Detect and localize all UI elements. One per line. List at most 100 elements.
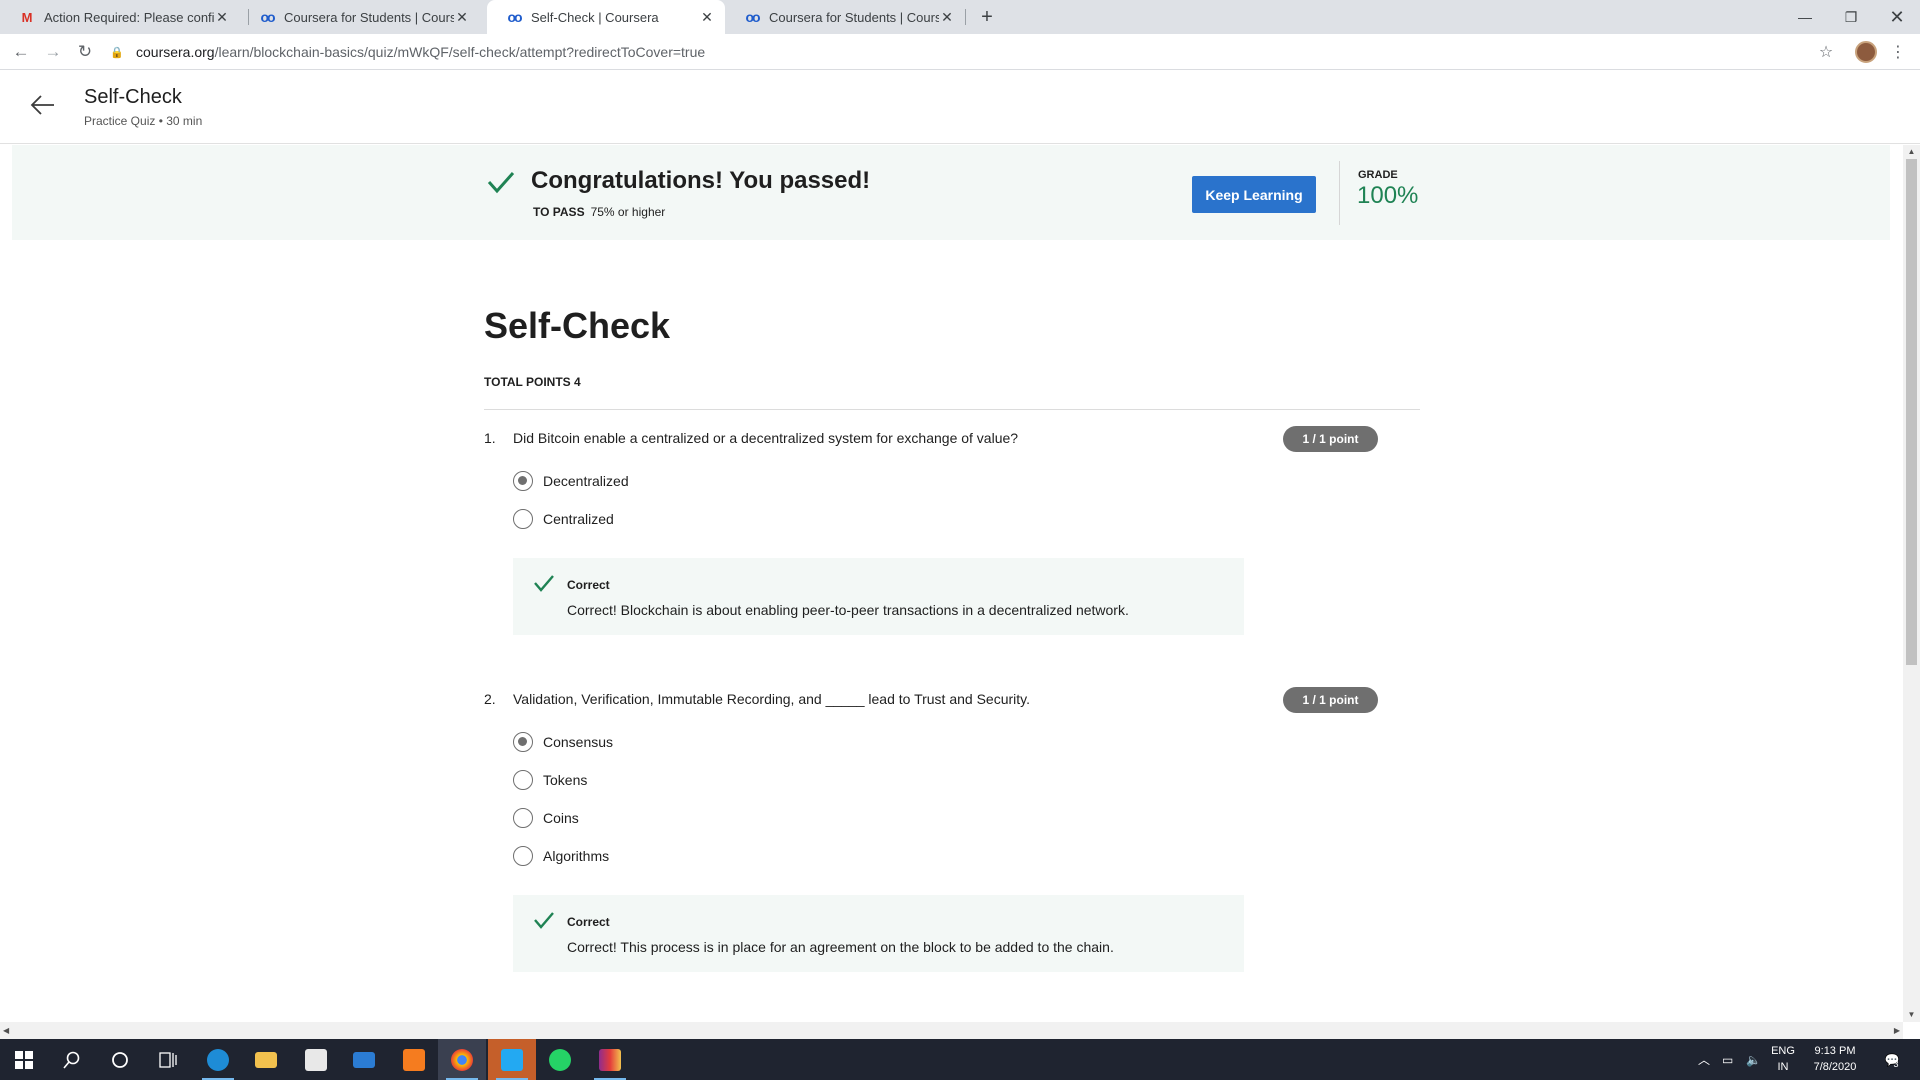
- address-bar[interactable]: 🔒 coursera.org/learn/blockchain-basics/q…: [110, 38, 1840, 66]
- horizontal-scrollbar[interactable]: ◀ ▶: [0, 1022, 1903, 1039]
- option-label: Centralized: [543, 511, 614, 527]
- option-label: Tokens: [543, 772, 588, 788]
- radio-button[interactable]: [513, 808, 533, 828]
- clock-date: 7/8/2020: [1813, 1061, 1857, 1073]
- checkmark-icon: [533, 572, 555, 600]
- option-centralized[interactable]: Centralized: [513, 500, 1380, 538]
- visual-studio-code-icon[interactable]: [488, 1039, 536, 1080]
- scrollbar-thumb[interactable]: [1906, 159, 1917, 665]
- windows-start-icon[interactable]: [0, 1039, 48, 1080]
- reload-button[interactable]: ↻: [70, 34, 100, 70]
- chrome-icon[interactable]: [438, 1039, 486, 1080]
- winrar-icon[interactable]: [586, 1039, 634, 1080]
- radio-button[interactable]: [513, 471, 533, 491]
- quiz-header: Self-Check Practice Quiz • 30 min: [0, 70, 1920, 144]
- edge-icon[interactable]: [194, 1039, 242, 1080]
- xampp-icon[interactable]: [390, 1039, 438, 1080]
- scroll-up-icon[interactable]: ▲: [1903, 145, 1920, 159]
- close-icon[interactable]: ✕: [939, 9, 955, 26]
- question-number: 1.: [484, 430, 496, 446]
- keep-learning-button[interactable]: Keep Learning: [1192, 176, 1316, 213]
- url-host: coursera.org: [136, 44, 215, 60]
- vertical-scrollbar[interactable]: ▲ ▼: [1903, 145, 1920, 1022]
- to-pass-label: TO PASS: [533, 205, 585, 219]
- back-button[interactable]: ←: [6, 34, 36, 70]
- tab-gmail[interactable]: M Action Required: Please confirm y ✕: [0, 0, 240, 34]
- clock[interactable]: 9:13 PM 7/8/2020: [1795, 1043, 1875, 1075]
- option-coins[interactable]: Coins: [513, 799, 1380, 837]
- radio-button[interactable]: [513, 732, 533, 752]
- profile-avatar[interactable]: [1855, 41, 1877, 63]
- browser-menu-icon[interactable]: ⋮: [1888, 34, 1908, 70]
- checkmark-icon: [486, 167, 516, 205]
- notification-count: 3: [1893, 1058, 1899, 1069]
- coursera-icon: oo: [745, 9, 760, 25]
- tab-coursera-students[interactable]: oo Coursera for Students | Coursera ✕: [240, 0, 480, 34]
- option-decentralized[interactable]: Decentralized: [513, 462, 1380, 500]
- question-1: 1. Did Bitcoin enable a centralized or a…: [484, 426, 1380, 635]
- option-tokens[interactable]: Tokens: [513, 761, 1380, 799]
- points-badge: 1 / 1 point: [1283, 687, 1378, 713]
- passed-banner: Congratulations! You passed! TO PASS 75% …: [12, 145, 1890, 240]
- mail-icon[interactable]: [340, 1039, 388, 1080]
- file-explorer-icon[interactable]: [242, 1039, 290, 1080]
- option-label: Algorithms: [543, 848, 610, 864]
- radio-button[interactable]: [513, 770, 533, 790]
- scroll-left-icon[interactable]: ◀: [3, 1022, 9, 1039]
- close-icon[interactable]: ✕: [699, 9, 715, 26]
- divider: [484, 409, 1420, 410]
- feedback-text: Correct! Blockchain is about enabling pe…: [567, 602, 1129, 618]
- task-view-icon[interactable]: [144, 1039, 192, 1080]
- coursera-icon: oo: [260, 9, 275, 25]
- whatsapp-icon[interactable]: [536, 1039, 584, 1080]
- question-header: 1. Did Bitcoin enable a centralized or a…: [484, 426, 1380, 452]
- restore-button[interactable]: ❐: [1828, 0, 1874, 34]
- tab-coursera-students-2[interactable]: oo Coursera for Students | Coursera ✕: [725, 0, 965, 34]
- browser-tab-strip: M Action Required: Please confirm y ✕ oo…: [0, 0, 1920, 34]
- window-close-button[interactable]: ✕: [1874, 0, 1920, 34]
- tab-title: Coursera for Students | Coursera: [769, 9, 939, 25]
- question-text: Validation, Verification, Immutable Reco…: [513, 691, 1031, 707]
- close-icon[interactable]: ✕: [214, 9, 230, 26]
- option-label: Coins: [543, 810, 579, 826]
- quiz-title: Self-Check: [484, 305, 671, 346]
- cortana-icon[interactable]: [96, 1039, 144, 1080]
- question-2: 2. Validation, Verification, Immutable R…: [484, 687, 1380, 972]
- scroll-right-icon[interactable]: ▶: [1894, 1022, 1900, 1039]
- browser-toolbar: ← → ↻ 🔒 coursera.org/learn/blockchain-ba…: [0, 34, 1920, 70]
- passed-headline: Congratulations! You passed!: [531, 167, 871, 194]
- search-icon[interactable]: [48, 1039, 96, 1080]
- tab-self-check[interactable]: oo Self-Check | Coursera ✕: [487, 0, 725, 34]
- new-tab-button[interactable]: +: [975, 0, 999, 34]
- header-subtitle: Practice Quiz • 30 min: [84, 114, 203, 128]
- points-badge: 1 / 1 point: [1283, 426, 1378, 452]
- bookmark-star-icon[interactable]: ☆: [1814, 34, 1838, 70]
- option-label: Decentralized: [543, 473, 629, 489]
- minimize-button[interactable]: —: [1782, 0, 1828, 34]
- option-consensus[interactable]: Consensus: [513, 723, 1380, 761]
- network-icon[interactable]: ▭: [1722, 1039, 1733, 1080]
- volume-icon[interactable]: 🔈: [1746, 1039, 1761, 1080]
- scroll-down-icon[interactable]: ▼: [1903, 1008, 1920, 1022]
- question-text: Did Bitcoin enable a centralized or a de…: [513, 430, 1019, 446]
- language-indicator[interactable]: ENG IN: [1768, 1043, 1798, 1075]
- url-path: /learn/blockchain-basics/quiz/mWkQF/self…: [214, 44, 706, 60]
- clock-time: 9:13 PM: [1814, 1045, 1856, 1057]
- back-arrow-icon[interactable]: [28, 90, 58, 120]
- option-algorithms[interactable]: Algorithms: [513, 837, 1380, 875]
- show-hidden-icons[interactable]: ︿: [1698, 1039, 1710, 1080]
- language-code: ENG: [1771, 1045, 1795, 1057]
- lock-icon: 🔒: [110, 46, 124, 59]
- windows-taskbar: ︿ ▭ 🔈 ENG IN 9:13 PM 7/8/2020 💬 3: [0, 1039, 1920, 1080]
- tab-title: Coursera for Students | Coursera: [284, 9, 454, 25]
- store-icon[interactable]: [292, 1039, 340, 1080]
- coursera-icon: oo: [507, 9, 522, 25]
- forward-button[interactable]: →: [38, 34, 68, 70]
- quiz-content: Self-Check TOTAL POINTS 4: [484, 305, 1420, 410]
- close-icon[interactable]: ✕: [454, 9, 470, 26]
- radio-button[interactable]: [513, 846, 533, 866]
- radio-button[interactable]: [513, 509, 533, 529]
- feedback-title: Correct: [567, 915, 610, 929]
- grade-label: GRADE: [1358, 169, 1398, 181]
- notification-icon[interactable]: 💬 3: [1880, 1039, 1904, 1080]
